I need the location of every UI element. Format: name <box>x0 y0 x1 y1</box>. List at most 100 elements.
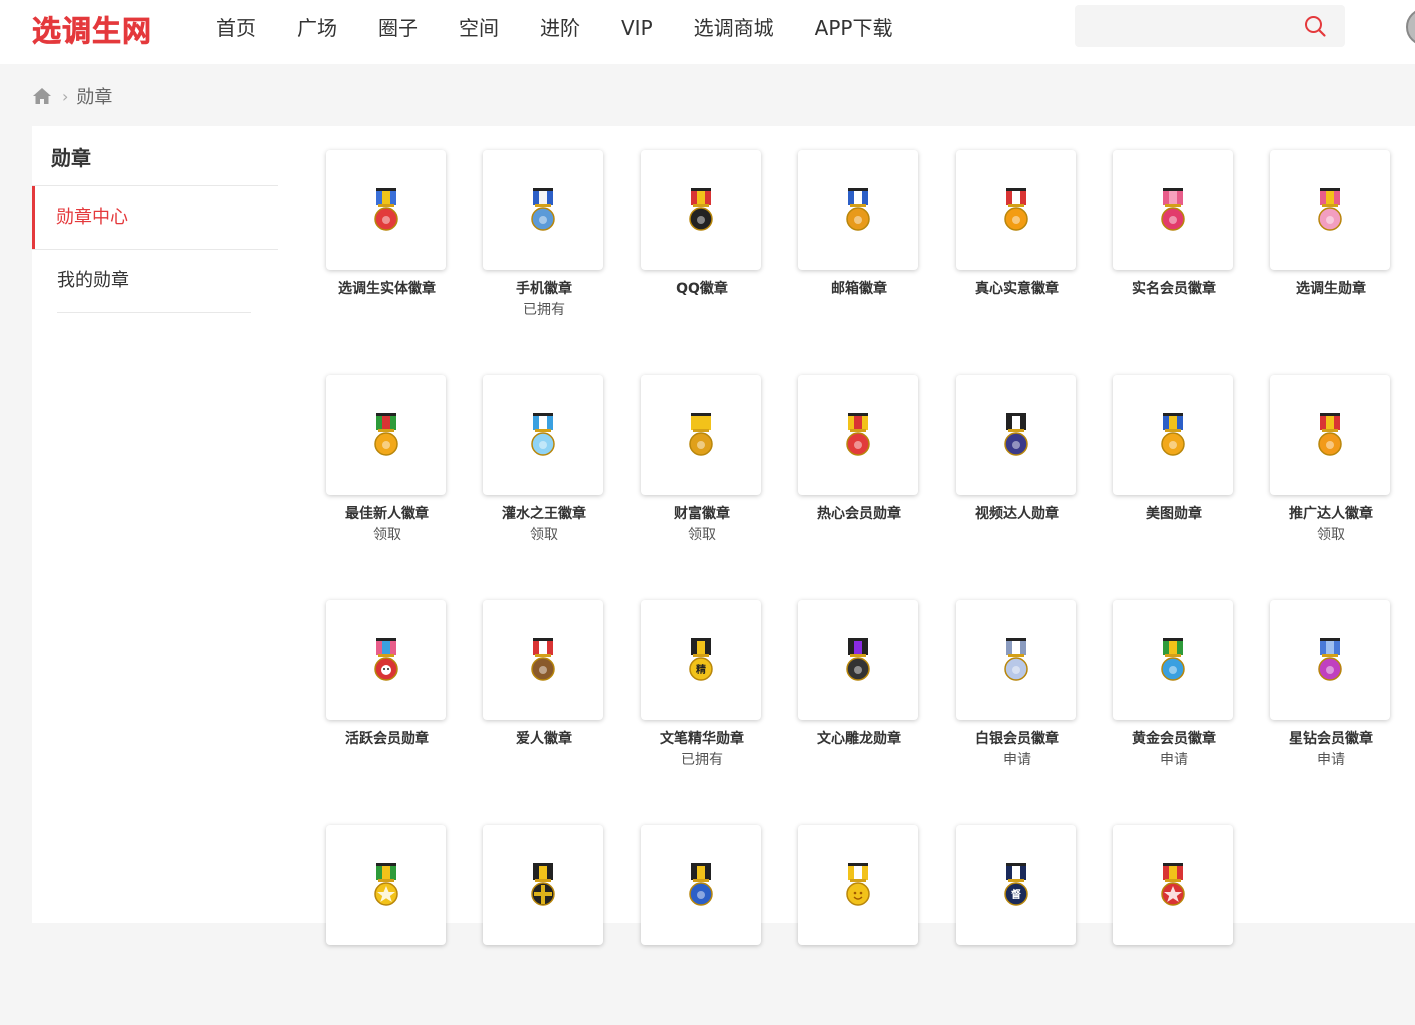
badge-name: 黄金会员徽章 <box>1132 731 1216 747</box>
badge-card <box>326 825 448 1025</box>
search-icon[interactable] <box>1303 14 1327 38</box>
badge-image[interactable] <box>956 600 1076 720</box>
nav-app-download[interactable]: APP下载 <box>815 0 893 56</box>
badge-card: 星钻会员徽章 申请 <box>1270 600 1392 800</box>
search-input[interactable] <box>1085 11 1299 43</box>
text-du-icon: 督 <box>1004 863 1028 906</box>
badge-name: 真心实意徽章 <box>975 281 1059 297</box>
badge-image[interactable] <box>326 150 446 270</box>
flower-icon <box>1318 188 1342 231</box>
star-icon <box>374 863 398 906</box>
badge-name: 热心会员勋章 <box>817 506 901 522</box>
badge-image[interactable]: 精 <box>641 600 761 720</box>
badge-name: 手机徽章 <box>516 281 572 297</box>
badge-card: 白银会员徽章 申请 <box>956 600 1078 800</box>
badge-action-link[interactable]: 领取 <box>483 526 605 544</box>
badge-image[interactable] <box>1113 600 1233 720</box>
nav-square[interactable]: 广场 <box>297 0 337 56</box>
badge-image[interactable] <box>798 600 918 720</box>
badge-name: QQ徽章 <box>676 281 728 297</box>
badge-card: 精文笔精华勋章 已拥有 <box>641 600 763 800</box>
badge-card: 最佳新人徽章 领取 <box>326 375 448 575</box>
badge-card: 选调生实体徽章 <box>326 150 448 350</box>
badge-name: 文心雕龙勋章 <box>817 731 901 747</box>
nav-vip[interactable]: VIP <box>621 0 653 56</box>
badge-image[interactable] <box>1270 375 1390 495</box>
badge-card: 黄金会员徽章 申请 <box>1113 600 1235 800</box>
wing-icon <box>1004 638 1028 681</box>
circle-medal-icon <box>1004 188 1028 231</box>
gems-icon <box>1161 638 1185 681</box>
badge-image[interactable] <box>1270 150 1390 270</box>
badge-image[interactable] <box>483 150 603 270</box>
bowl-icon <box>531 413 555 456</box>
badge-card: 真心实意徽章 <box>956 150 1078 350</box>
badge-image[interactable] <box>798 825 918 945</box>
coins-icon <box>689 413 713 456</box>
sidebar-title: 勋章 <box>51 146 91 170</box>
badge-image[interactable] <box>1270 600 1390 720</box>
nav-advance[interactable]: 进阶 <box>540 0 580 56</box>
smile-icon <box>846 863 870 906</box>
nav-home[interactable]: 首页 <box>216 0 256 56</box>
nav-space[interactable]: 空间 <box>459 0 499 56</box>
badge-image[interactable] <box>483 600 603 720</box>
badge-image[interactable] <box>641 375 761 495</box>
badge-image[interactable] <box>1113 375 1233 495</box>
badge-image[interactable] <box>326 600 446 720</box>
badge-image[interactable] <box>1113 825 1233 945</box>
badge-action-link[interactable]: 领取 <box>326 526 448 544</box>
face-icon <box>374 638 398 681</box>
circle-medal-icon <box>374 413 398 456</box>
badge-image[interactable] <box>798 150 918 270</box>
badge-card: 邮箱徽章 <box>798 150 920 350</box>
sidebar-item-badge-center[interactable]: 勋章中心 <box>32 186 278 249</box>
sidebar-item-my-badges[interactable]: 我的勋章 <box>57 250 251 313</box>
badge-image[interactable] <box>326 825 446 945</box>
badge-card: 爱人徽章 <box>483 600 605 800</box>
badge-name: 财富徽章 <box>674 506 730 522</box>
badge-name: 选调生实体徽章 <box>338 281 436 297</box>
badge-image[interactable]: 督 <box>956 825 1076 945</box>
badge-grid: 选调生实体徽章 手机徽章已拥有 QQ徽章 邮箱徽章 真心实意徽章 实名会员徽章 选调生勋章最… <box>296 126 1415 945</box>
user-avatar[interactable] <box>1406 8 1415 46</box>
badge-name: 视频达人勋章 <box>975 506 1059 522</box>
badge-image[interactable] <box>956 375 1076 495</box>
badge-card: 选调生勋章 <box>1270 150 1392 350</box>
nav-mall[interactable]: 选调商城 <box>694 0 774 56</box>
badge-image[interactable] <box>1113 150 1233 270</box>
nav-circles[interactable]: 圈子 <box>378 0 418 56</box>
badge-owned-status: 已拥有 <box>681 752 723 768</box>
svg-text:精: 精 <box>696 663 706 676</box>
site-logo[interactable]: 选调生网 <box>32 8 152 50</box>
badge-name: 爱人徽章 <box>516 731 572 747</box>
badge-action-link[interactable]: 申请 <box>1113 751 1235 769</box>
badge-action-link[interactable]: 领取 <box>641 526 763 544</box>
badge-card: 美图勋章 <box>1113 375 1235 575</box>
badge-image[interactable] <box>641 150 761 270</box>
cross-icon <box>531 863 555 906</box>
badge-name: 推广达人徽章 <box>1289 506 1373 522</box>
text-jing-icon: 精 <box>689 638 713 681</box>
badge-name: 最佳新人徽章 <box>345 506 429 522</box>
badge-name: 星钻会员徽章 <box>1289 731 1373 747</box>
sidebar: 勋章 勋章中心 我的勋章 <box>32 126 296 923</box>
badge-image[interactable] <box>798 375 918 495</box>
badge-image[interactable] <box>956 150 1076 270</box>
sun-icon <box>846 413 870 456</box>
badge-action-link[interactable]: 申请 <box>956 751 1078 769</box>
badge-card: 推广达人徽章 领取 <box>1270 375 1392 575</box>
badge-action-link[interactable]: 领取 <box>1270 526 1392 544</box>
badge-name: 实名会员徽章 <box>1132 281 1216 297</box>
badge-owned-status: 已拥有 <box>523 302 565 318</box>
badge-action-link[interactable]: 申请 <box>1270 751 1392 769</box>
badge-image[interactable] <box>326 375 446 495</box>
badge-image[interactable] <box>483 825 603 945</box>
breadcrumb: › 勋章 <box>32 82 112 110</box>
badge-image[interactable] <box>641 825 761 945</box>
circle-medal-icon <box>689 863 713 906</box>
home-icon[interactable] <box>32 87 52 105</box>
badge-name: 白银会员徽章 <box>975 731 1059 747</box>
badge-card: 文心雕龙勋章 <box>798 600 920 800</box>
badge-image[interactable] <box>483 375 603 495</box>
